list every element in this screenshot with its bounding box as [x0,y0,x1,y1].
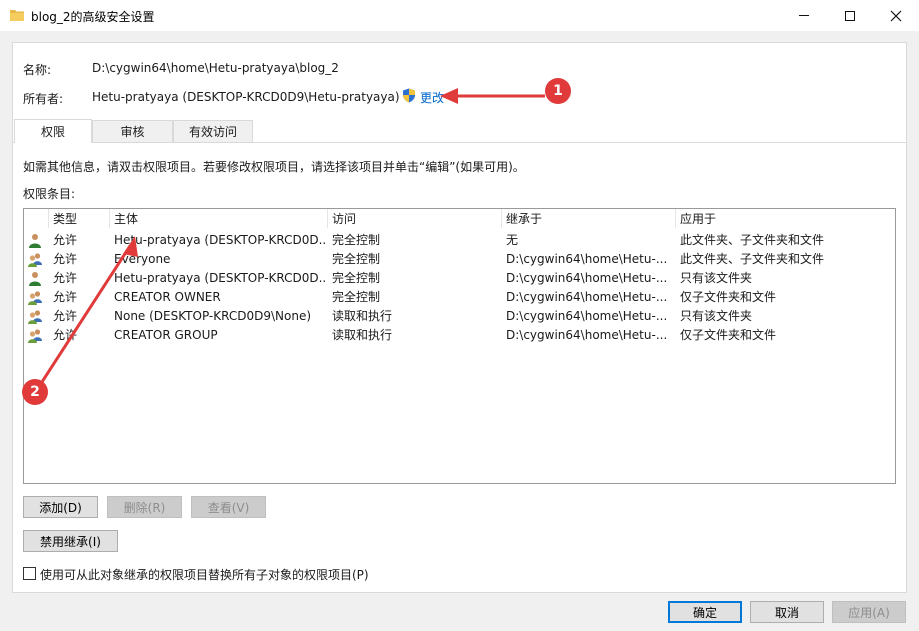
cell-access: 读取和执行 [332,328,393,342]
close-icon [890,10,902,21]
remove-button[interactable]: 删除(R) [107,496,182,518]
cell-access: 读取和执行 [332,309,393,323]
owner-label: 所有者: [23,92,64,106]
cell-inherited: D:\cygwin64\home\Hetu-... [506,271,668,285]
cell-inherited: D:\cygwin64\home\Hetu-... [506,309,668,323]
cell-principal: Hetu-pratyaya (DESKTOP-KRCD0D... [114,271,326,285]
tab-permissions[interactable]: 权限 [14,119,92,143]
cell-principal: Hetu-pratyaya (DESKTOP-KRCD0D... [114,233,326,247]
owner-value: Hetu-pratyaya (DESKTOP-KRCD0D9\Hetu-prat… [92,90,400,104]
group-icon [28,328,42,343]
cell-access: 完全控制 [332,233,381,247]
cell-applies: 仅子文件夹和文件 [680,290,777,304]
uac-shield-icon [403,88,415,103]
tab-divider [12,142,907,143]
column-header-icon [24,209,49,228]
cell-applies: 此文件夹、子文件夹和文件 [680,252,825,266]
add-button[interactable]: 添加(D) [23,496,98,518]
group-icon [28,252,42,267]
column-header-type[interactable]: 类型 [49,209,110,228]
cell-type: 允许 [53,290,78,304]
column-header-access[interactable]: 访问 [328,209,502,228]
change-owner-link[interactable]: 更改 [420,89,444,106]
view-button[interactable]: 查看(V) [191,496,266,518]
replace-child-permissions-label: 使用可从此对象继承的权限项目替换所有子对象的权限项目(P) [40,568,369,582]
cell-access: 完全控制 [332,271,381,285]
annotation-badge-2: 2 [22,379,48,405]
close-button[interactable] [873,0,919,31]
cell-type: 允许 [53,271,78,285]
permission-row[interactable]: 允许 None (DESKTOP-KRCD0D9\None) 读取和执行 D:\cyg… [24,307,895,326]
instructions-text: 如需其他信息，请双击权限项目。若要修改权限项目，请选择该项目并单击“编辑”(如果… [23,160,525,174]
maximize-button[interactable] [827,0,873,31]
cancel-button[interactable]: 取消 [750,601,824,623]
entries-label: 权限条目: [23,187,76,201]
cell-access: 完全控制 [332,290,381,304]
cell-type: 允许 [53,252,78,266]
ok-button[interactable]: 确定 [668,601,742,623]
cell-type: 允许 [53,309,78,323]
permission-row[interactable]: 允许 Everyone 完全控制 D:\cygwin64\home\Hetu-... 此… [24,250,895,269]
tab-auditing[interactable]: 审核 [92,120,173,142]
minimize-icon [799,15,809,16]
cell-applies: 只有该文件夹 [680,271,753,285]
permission-row[interactable]: 允许 Hetu-pratyaya (DESKTOP-KRCD0D... 完全控制 D:… [24,269,895,288]
permission-row[interactable]: 允许 Hetu-pratyaya (DESKTOP-KRCD0D... 完全控制 无 此… [24,231,895,250]
name-value: D:\cygwin64\home\Hetu-pratyaya\blog_2 [92,61,339,75]
cell-applies: 此文件夹、子文件夹和文件 [680,233,825,247]
permission-row[interactable]: 允许 CREATOR OWNER 完全控制 D:\cygwin64\home\Hetu… [24,288,895,307]
cell-inherited: D:\cygwin64\home\Hetu-... [506,252,668,266]
user-icon [28,271,42,286]
replace-child-permissions-checkbox[interactable] [23,567,36,580]
column-header-principal[interactable]: 主体 [110,209,328,228]
permission-row[interactable]: 允许 CREATOR GROUP 读取和执行 D:\cygwin64\home\Het… [24,326,895,345]
apply-button[interactable]: 应用(A) [832,601,906,623]
cell-inherited: D:\cygwin64\home\Hetu-... [506,328,668,342]
column-header-applies[interactable]: 应用于 [676,209,895,228]
column-header-inherited[interactable]: 继承于 [502,209,676,228]
cell-applies: 仅子文件夹和文件 [680,328,777,342]
cell-principal: CREATOR OWNER [114,290,221,304]
title-bar: blog_2的高级安全设置 [0,0,919,31]
disable-inheritance-button[interactable]: 禁用继承(I) [23,530,118,552]
group-icon [28,309,42,324]
name-label: 名称: [23,63,52,77]
permission-entries-list[interactable]: 类型 主体 访问 继承于 应用于 允许 Hetu-pratyaya (DESKTO… [23,208,896,484]
cell-type: 允许 [53,233,78,247]
maximize-icon [845,10,855,21]
cell-inherited: 无 [506,233,519,247]
cell-access: 完全控制 [332,252,381,266]
cell-inherited: D:\cygwin64\home\Hetu-... [506,290,668,304]
window-title: blog_2的高级安全设置 [31,10,155,24]
annotation-badge-1: 1 [545,78,571,104]
tab-effective-access[interactable]: 有效访问 [173,120,253,142]
cell-principal: CREATOR GROUP [114,328,218,342]
user-icon [28,233,42,248]
cell-applies: 只有该文件夹 [680,309,753,323]
minimize-button[interactable] [781,0,827,31]
cell-principal: Everyone [114,252,171,266]
folder-icon [10,10,24,21]
cell-type: 允许 [53,328,78,342]
cell-principal: None (DESKTOP-KRCD0D9\None) [114,309,312,323]
group-icon [28,290,42,305]
